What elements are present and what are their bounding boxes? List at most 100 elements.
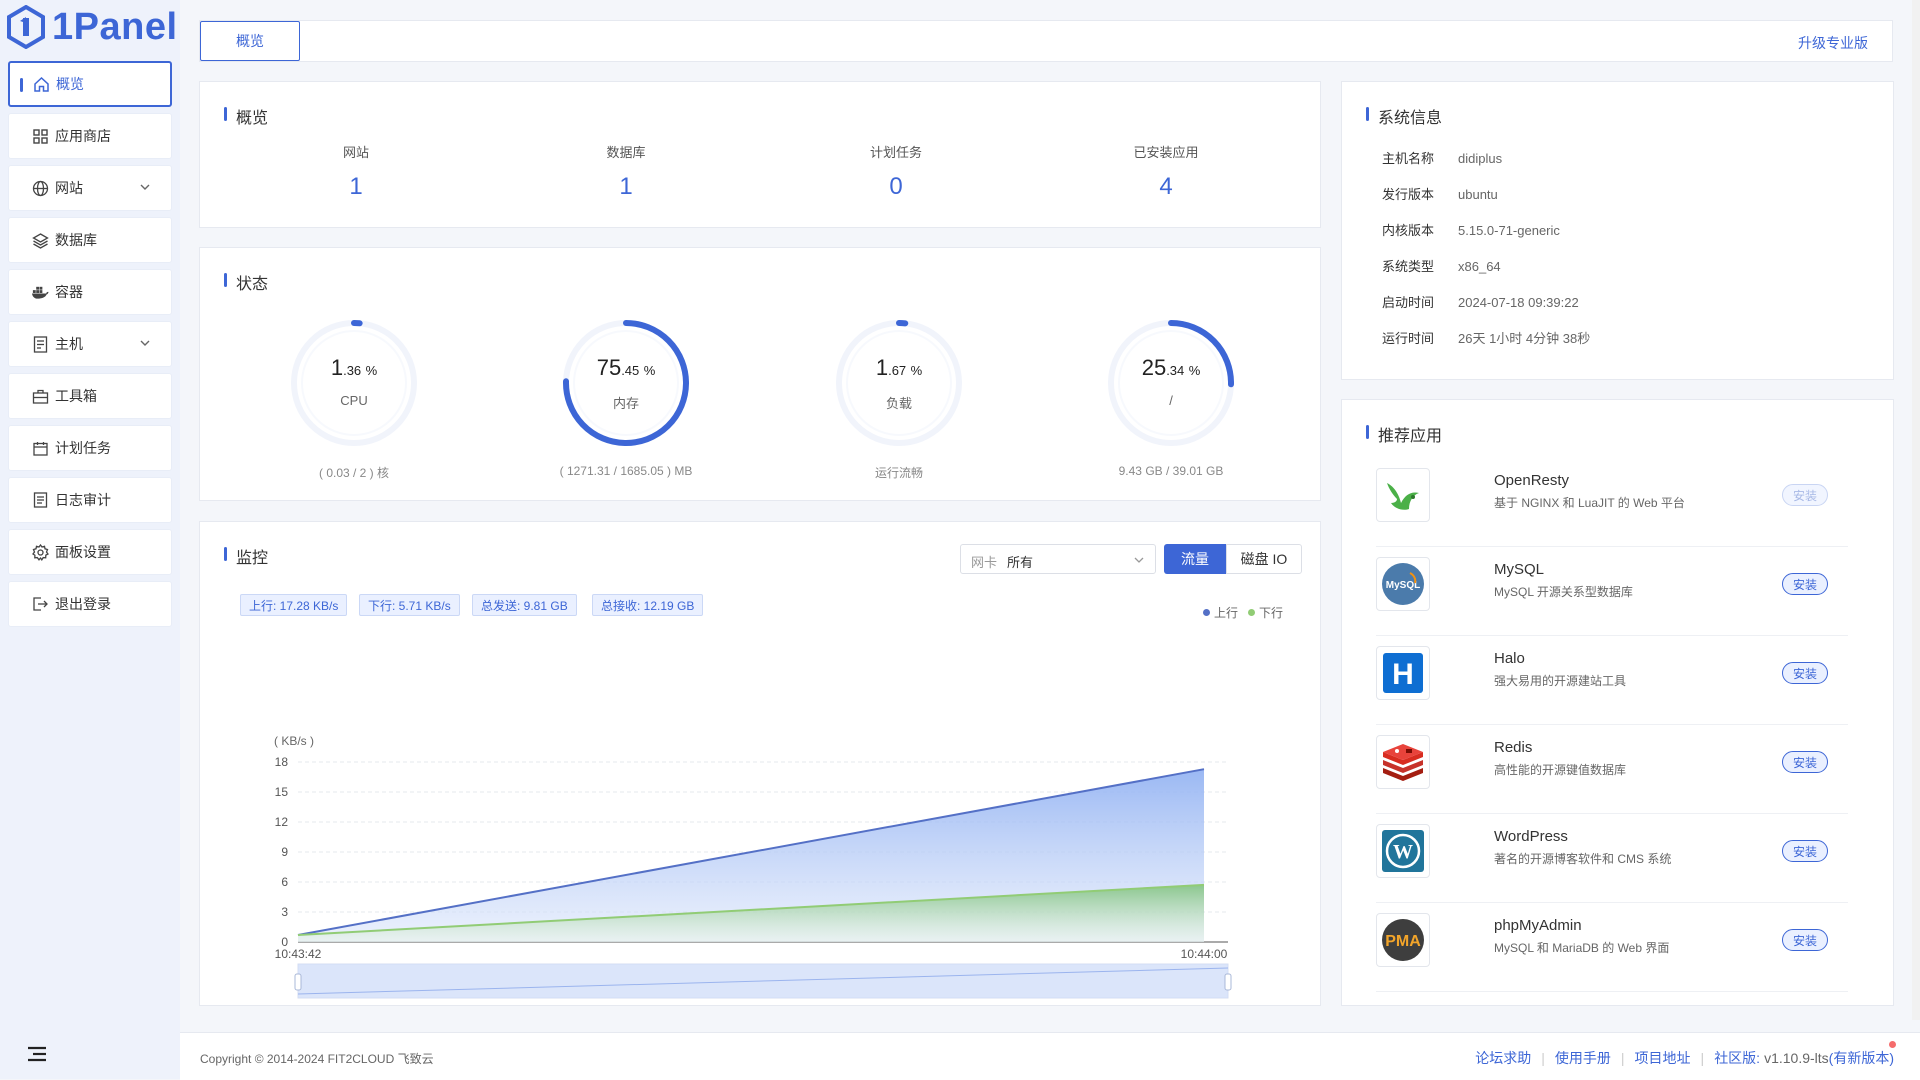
app-desc: 基于 NGINX 和 LuaJIT 的 Web 平台 [1494, 494, 1685, 511]
redis-icon [1376, 735, 1430, 789]
traffic-toggle-button[interactable]: 流量 [1164, 544, 1226, 574]
app-name: WordPress [1494, 828, 1568, 845]
globe-icon [31, 179, 49, 197]
legend-up-label[interactable]: 上行 [1214, 604, 1238, 621]
x-tick-label: 10:44:00 [1181, 947, 1228, 961]
sidebar-item-container[interactable]: 容器 [8, 269, 172, 315]
stat-websites[interactable]: 网站 1 [296, 142, 416, 201]
zoom-handle-left[interactable] [295, 974, 301, 990]
sidebar-item-database[interactable]: 数据库 [8, 217, 172, 263]
sidebar-item-toolbox[interactable]: 工具箱 [8, 373, 172, 419]
calendar-icon [31, 439, 49, 457]
upgrade-pro-link[interactable]: 升级专业版 [1798, 33, 1868, 53]
stat-value[interactable]: 1 [296, 173, 416, 201]
traffic-chart: 036912151810:43:4210:44:00 ( KB/s ) [200, 622, 1300, 1002]
overview-title: 概览 [224, 104, 268, 128]
gauge-detail: 运行流畅 [799, 464, 999, 481]
menu-collapse-icon[interactable] [26, 1045, 48, 1063]
page-scrollbar[interactable] [1912, 0, 1920, 1020]
recommended-apps-title: 推荐应用 [1366, 422, 1442, 446]
app-name: OpenResty [1494, 472, 1569, 489]
y-tick-label: 12 [275, 815, 289, 829]
gauge-load[interactable]: 1.67 % 负载 [834, 318, 964, 448]
toolbox-icon [31, 387, 49, 405]
install-button[interactable]: 安装 [1782, 929, 1828, 951]
footer-separator: | [1621, 1050, 1625, 1066]
sidebar-item-label: 工具箱 [55, 386, 97, 406]
sidebar-item-label: 计划任务 [55, 438, 111, 458]
sidebar-item-overview[interactable]: 概览 [8, 61, 172, 107]
sidebar-item-logs[interactable]: 日志审计 [8, 477, 172, 523]
sidebar-item-app-store[interactable]: 应用商店 [8, 113, 172, 159]
gauge-disk[interactable]: 25.34 % / [1106, 318, 1236, 448]
install-button[interactable]: 安装 [1782, 484, 1828, 506]
manual-link[interactable]: 使用手册 [1555, 1048, 1611, 1068]
footer-separator: | [1701, 1050, 1705, 1066]
stat-installed-apps[interactable]: 已安装应用 4 [1106, 142, 1226, 201]
gauge-memory[interactable]: 75.45 % 内存 [561, 318, 691, 448]
info-uptime: 运行时间26天 1小时 4分钟 38秒 [1382, 328, 1590, 347]
stat-value[interactable]: 1 [566, 173, 686, 201]
logout-icon [31, 595, 49, 613]
gauge-label: 负载 [834, 393, 964, 412]
svg-text:W: W [1393, 841, 1413, 863]
install-button[interactable]: 安装 [1782, 751, 1828, 773]
legend-down-dot [1248, 609, 1255, 616]
update-badge [1889, 1041, 1896, 1048]
stat-label: 已安装应用 [1106, 142, 1226, 161]
monitor-title: 监控 [224, 544, 268, 568]
gear-icon [31, 543, 49, 561]
zoom-handle-right[interactable] [1225, 974, 1231, 990]
sidebar-item-host[interactable]: 主机 [8, 321, 172, 367]
chevron-down-icon [139, 181, 151, 193]
status-title: 状态 [224, 270, 268, 294]
gauge-value: 1.67 % [834, 355, 964, 381]
gauge-detail: 9.43 GB / 39.01 GB [1071, 464, 1271, 478]
sidebar: 1Panel 概览 应用商店 网站 数据库 [0, 0, 180, 1079]
app-row-openresty[interactable]: OpenResty 基于 NGINX 和 LuaJIT 的 Web 平台 安装 [1376, 458, 1848, 547]
stat-value[interactable]: 4 [1106, 173, 1226, 201]
project-link[interactable]: 项目地址 [1635, 1048, 1691, 1068]
app-row-wordpress[interactable]: W WordPress 著名的开源博客软件和 CMS 系统 安装 [1376, 814, 1848, 903]
nic-select[interactable]: 网卡 所有 [960, 544, 1156, 574]
stat-cron-jobs[interactable]: 计划任务 0 [836, 142, 956, 201]
logo[interactable]: 1Panel [6, 4, 178, 50]
tab-overview[interactable]: 概览 [200, 21, 300, 61]
gauge-value: 1.36 % [289, 355, 419, 381]
upload-rate-tag: 上行: 17.28 KB/s [240, 594, 347, 616]
sidebar-item-settings[interactable]: 面板设置 [8, 529, 172, 575]
sidebar-item-label: 退出登录 [55, 594, 111, 614]
legend-down-label[interactable]: 下行 [1259, 604, 1283, 621]
chevron-down-icon [139, 337, 151, 349]
system-info-title: 系统信息 [1366, 104, 1442, 128]
app-desc: MySQL 开源关系型数据库 [1494, 583, 1633, 600]
version-text: v1.10.9-lts [1764, 1050, 1829, 1066]
x-tick-label: 10:43:42 [275, 947, 322, 961]
chart-legend: 上行 下行 [1203, 604, 1283, 621]
sidebar-item-logout[interactable]: 退出登录 [8, 581, 172, 627]
update-available-link[interactable]: (有新版本) [1829, 1048, 1894, 1068]
info-kernel: 内核版本5.15.0-71-generic [1382, 220, 1560, 239]
stat-value[interactable]: 0 [836, 173, 956, 201]
docker-icon [31, 283, 49, 301]
install-button[interactable]: 安装 [1782, 662, 1828, 684]
install-button[interactable]: 安装 [1782, 573, 1828, 595]
app-row-mysql[interactable]: MySQL MySQL MySQL 开源关系型数据库 安装 [1376, 547, 1848, 636]
system-info-card: 系统信息 主机名称didiplus 发行版本ubuntu 内核版本5.15.0-… [1341, 81, 1894, 380]
wordpress-icon: W [1376, 824, 1430, 878]
forum-link[interactable]: 论坛求助 [1475, 1048, 1531, 1068]
disk-io-toggle-button[interactable]: 磁盘 IO [1226, 544, 1302, 574]
app-row-phpmyadmin[interactable]: PMA phpMyAdmin MySQL 和 MariaDB 的 Web 界面 … [1376, 903, 1848, 992]
legend-up-dot [1203, 609, 1210, 616]
app-row-redis[interactable]: Redis 高性能的开源键值数据库 安装 [1376, 725, 1848, 814]
stat-databases[interactable]: 数据库 1 [566, 142, 686, 201]
recommended-apps-card: 推荐应用 OpenResty 基于 NGINX 和 LuaJIT 的 Web 平… [1341, 399, 1894, 1006]
info-arch: 系统类型x86_64 [1382, 256, 1501, 275]
app-row-halo[interactable]: H Halo 强大易用的开源建站工具 安装 [1376, 636, 1848, 725]
gauge-cpu[interactable]: 1.36 % CPU [289, 318, 419, 448]
openresty-icon [1376, 468, 1430, 522]
sidebar-item-label: 数据库 [55, 230, 97, 250]
sidebar-item-website[interactable]: 网站 [8, 165, 172, 211]
sidebar-item-cron[interactable]: 计划任务 [8, 425, 172, 471]
install-button[interactable]: 安装 [1782, 840, 1828, 862]
